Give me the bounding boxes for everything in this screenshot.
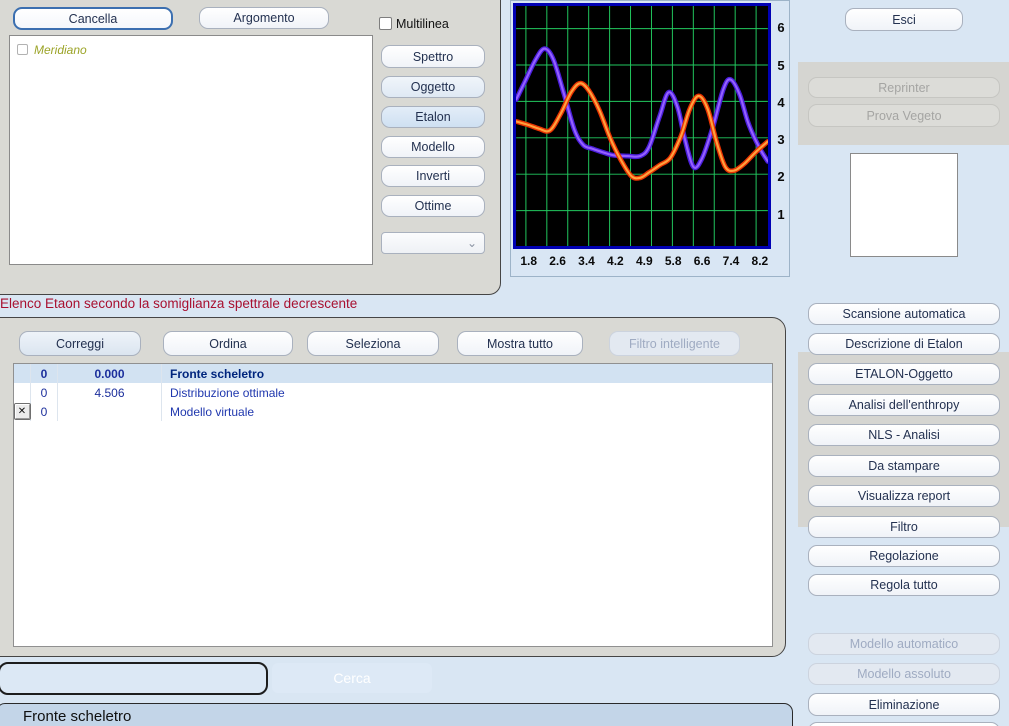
row-flag-cell — [14, 383, 31, 402]
filtro-intelligente-button: Filtro intelligente — [609, 331, 740, 356]
y-tick-label: 2 — [773, 169, 789, 184]
row-num-cell: 0 — [31, 383, 58, 402]
visualizza-report-button[interactable]: Visualizza report — [808, 485, 1000, 507]
preview-image-box — [850, 153, 958, 257]
etalon-oggetto-button[interactable]: ETALON-Oggetto — [808, 363, 1000, 385]
multilinea-checkbox[interactable] — [379, 17, 392, 30]
table-row[interactable]: 0 4.506 Distribuzione ottimale — [14, 383, 772, 402]
oggetto-button[interactable]: Oggetto — [381, 76, 485, 98]
modello-button[interactable]: Modello — [381, 136, 485, 158]
regola-tutto-button[interactable]: Regola tutto — [808, 574, 1000, 596]
multilinea-checkbox-label: Multilinea — [396, 17, 449, 31]
modello-automatico-button: Modello automatico — [808, 633, 1000, 655]
argomento-button[interactable]: Argomento — [199, 7, 329, 29]
y-tick-label: 4 — [773, 95, 789, 110]
da-stampare-button[interactable]: Da stampare — [808, 455, 1000, 477]
inverti-button[interactable]: Inverti — [381, 165, 485, 187]
status-bar-text: Fronte scheletro — [23, 708, 131, 725]
row-value-cell: 0.000 — [58, 364, 162, 383]
table-row[interactable]: ✕ 0 Modello virtuale — [14, 402, 772, 421]
chevron-down-icon: ⌄ — [467, 236, 477, 250]
list-item-label: Meridiano — [34, 43, 87, 57]
orange-curve — [516, 83, 768, 178]
ordina-button[interactable]: Ordina — [163, 331, 293, 356]
status-bar: Fronte scheletro — [0, 703, 793, 726]
meridian-listbox[interactable]: Meridiano — [9, 35, 373, 265]
table-row[interactable]: 0 0.000 Fronte scheletro — [14, 364, 772, 383]
top-left-panel: Cancella Argomento Multilinea Meridiano … — [0, 0, 501, 295]
nls-analisi-button[interactable]: NLS - Analisi — [808, 424, 1000, 446]
etalon-list-header: Elenco Etaon secondo la somiglianza spet… — [0, 296, 357, 311]
etalon-list-panel: Correggi Ordina Seleziona Mostra tutto F… — [0, 317, 786, 657]
orange-curve — [516, 83, 768, 178]
etalon-button[interactable]: Etalon — [381, 106, 485, 128]
row-flag-cell — [14, 364, 31, 383]
etalon-results-table[interactable]: 0 0.000 Fronte scheletro 0 4.506 Distrib… — [13, 363, 773, 647]
reprinter-button: Reprinter — [808, 77, 1000, 98]
row-name-cell: Fronte scheletro — [162, 364, 772, 383]
row-name-cell: Distribuzione ottimale — [162, 383, 772, 402]
mostra-tutto-button[interactable]: Mostra tutto — [457, 331, 583, 356]
application-window: Cancella Argomento Multilinea Meridiano … — [0, 0, 1009, 726]
eliminazione-button[interactable]: Eliminazione — [808, 693, 1000, 716]
descrizione-di-etalon-button[interactable]: Descrizione di Etalon — [808, 333, 1000, 355]
mode-dropdown[interactable]: ⌄ — [381, 232, 485, 254]
list-item-checkbox[interactable] — [17, 44, 28, 55]
cancella-button[interactable]: Cancella — [13, 7, 173, 30]
cerca-button: Cerca — [272, 663, 432, 693]
spectrum-chart-panel: 1.82.63.44.24.95.86.67.48.2 654321 — [510, 0, 790, 277]
analisi-enthropy-button[interactable]: Analisi dell'enthropy — [808, 394, 1000, 416]
delete-x-icon[interactable]: ✕ — [15, 404, 30, 419]
row-num-cell: 0 — [31, 364, 58, 383]
row-value-cell: 4.506 — [58, 383, 162, 402]
purple-curve — [516, 49, 768, 168]
regolazione-button[interactable]: Regolazione — [808, 545, 1000, 567]
x-tick-label: 8.2 — [743, 254, 777, 268]
y-tick-label: 6 — [773, 20, 789, 35]
ottime-button[interactable]: Ottime — [381, 195, 485, 217]
y-tick-label: 1 — [773, 207, 789, 222]
filtro-button[interactable]: Filtro — [808, 516, 1000, 538]
row-num-cell: 0 — [31, 402, 58, 421]
search-input[interactable] — [0, 662, 268, 695]
spettro-button[interactable]: Spettro — [381, 45, 485, 68]
correggi-button[interactable]: Correggi — [19, 331, 141, 356]
prova-vegeto-button: Prova Vegeto — [808, 104, 1000, 127]
row-value-cell — [58, 402, 162, 421]
row-flag-cell: ✕ — [14, 402, 31, 421]
y-tick-label: 5 — [773, 58, 789, 73]
partial-button[interactable] — [808, 722, 1000, 726]
esci-button[interactable]: Esci — [845, 8, 963, 31]
spectrum-chart — [513, 3, 771, 249]
row-name-cell: Modello virtuale — [162, 402, 772, 421]
y-tick-label: 3 — [773, 132, 789, 147]
seleziona-button[interactable]: Seleziona — [307, 331, 439, 356]
scansione-automatica-button[interactable]: Scansione automatica — [808, 303, 1000, 325]
modello-assoluto-button: Modello assoluto — [808, 663, 1000, 685]
